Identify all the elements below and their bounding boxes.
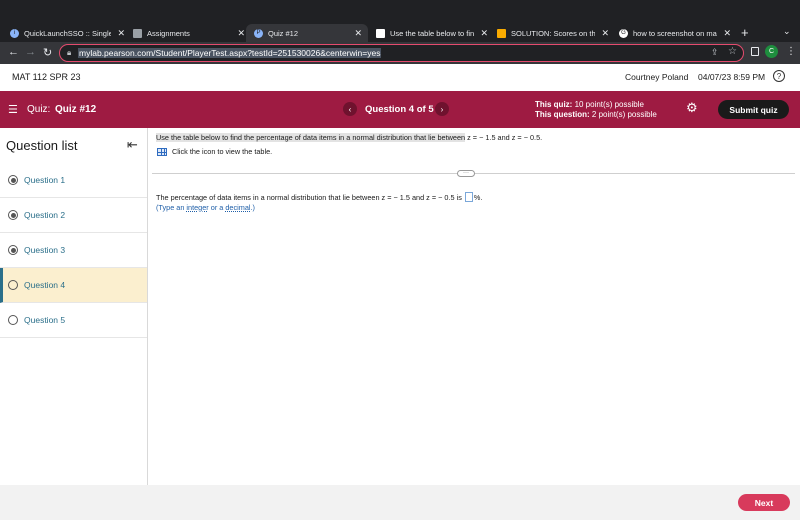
question-label[interactable]: Question 4: [24, 280, 65, 290]
browser-tab-how-to-screenshot[interactable]: G how to screenshot on mac ✕: [619, 24, 731, 42]
reload-icon[interactable]: ↻: [43, 46, 52, 59]
answer-text-before: The percentage of data items in a normal…: [156, 192, 462, 202]
gear-icon[interactable]: ⚙: [686, 100, 698, 116]
sidebar-toggle-icon[interactable]: [751, 47, 759, 56]
close-tab-icon[interactable]: ✕: [354, 28, 362, 39]
user-name: Courtney Poland: [625, 72, 689, 82]
app-header: MAT 112 SPR 23 Courtney Poland 04/07/23 …: [0, 64, 800, 91]
answer-sentence: The percentage of data items in a normal…: [156, 192, 482, 202]
hint-text: or a: [208, 203, 226, 212]
browser-tab-solution[interactable]: SOLUTION: Scores on the G ✕: [497, 24, 609, 42]
hint-text: .): [250, 203, 255, 212]
url-text[interactable]: mylab.pearson.com/Student/PlayerTest.asp…: [78, 48, 382, 58]
view-table-link[interactable]: Click the icon to view the table.: [157, 147, 272, 156]
browser-tab-assignments[interactable]: Assignments ✕: [133, 24, 245, 42]
quiz-name: Quiz #12: [55, 104, 97, 115]
browser-toolbar: ← → ↻ 🔒︎ mylab.pearson.com/Student/Playe…: [0, 42, 800, 64]
pearson-icon: P: [254, 28, 263, 38]
question-panel: Use the table below to find the percenta…: [148, 128, 800, 485]
question-item-4[interactable]: Question 4: [0, 268, 147, 303]
previous-question-button[interactable]: ‹: [343, 102, 357, 116]
tab-title: QuickLaunchSSO :: Single S: [24, 28, 112, 38]
answer-hint: (Type an integer or a decimal.): [156, 203, 255, 212]
collapse-sidebar-icon[interactable]: ⇤: [127, 137, 138, 153]
browser-tab-use-the-table[interactable]: Use the table below to find t ✕: [376, 24, 488, 42]
integer-link[interactable]: integer: [186, 203, 208, 212]
answer-text-after: %.: [473, 192, 483, 202]
profile-avatar[interactable]: C: [765, 45, 778, 58]
answered-indicator-icon: [8, 210, 18, 220]
quiz-points: This quiz: 10 point(s) possible: [535, 100, 644, 109]
address-bar[interactable]: 🔒︎ mylab.pearson.com/Student/PlayerTest.…: [59, 44, 744, 62]
question-label[interactable]: Question 3: [24, 245, 65, 255]
question-prompt: Use the table below to find the percenta…: [156, 133, 542, 142]
close-tab-icon[interactable]: ✕: [117, 28, 125, 39]
back-arrow-icon[interactable]: ←: [8, 46, 19, 58]
answered-indicator-icon: [8, 245, 18, 255]
tab-title: SOLUTION: Scores on the G: [511, 28, 596, 38]
tab-title: Assignments: [147, 28, 190, 38]
question-label[interactable]: Question 2: [24, 210, 65, 220]
tab-title: Use the table below to find t: [390, 28, 475, 38]
course-title: MAT 112 SPR 23: [12, 72, 81, 82]
date-time: 04/07/23 8:59 PM: [698, 72, 766, 82]
question-item-3[interactable]: Question 3: [0, 233, 147, 268]
close-tab-icon[interactable]: ✕: [480, 28, 488, 39]
this-quiz-label: This quiz:: [535, 100, 573, 109]
question-item-2[interactable]: Question 2: [0, 198, 147, 233]
question-label[interactable]: Question 5: [24, 315, 65, 325]
quiz-bar: ☰ Quiz: Quiz #12 ‹ Question 4 of 5 › Thi…: [0, 91, 800, 128]
footer-bar: Next: [0, 485, 800, 520]
bookmark-icon: [497, 28, 506, 38]
unanswered-indicator-icon: [8, 315, 18, 325]
black-square-icon: [376, 28, 385, 38]
more-menu-icon[interactable]: ⋮: [786, 46, 796, 57]
question-item-5[interactable]: Question 5: [0, 303, 147, 338]
tab-title: Quiz #12: [268, 28, 299, 38]
prompt-text: z = − 1.5 and z = − 0.5.: [465, 133, 543, 142]
quiz-label: Quiz:: [27, 104, 51, 115]
answer-input[interactable]: [464, 192, 473, 202]
next-question-button[interactable]: ›: [435, 102, 449, 116]
google-icon: G: [619, 28, 628, 38]
close-tab-icon[interactable]: ✕: [237, 28, 245, 39]
document-icon: [133, 28, 142, 38]
unanswered-indicator-icon: [8, 280, 18, 290]
this-quiz-value: 10 point(s) possible: [574, 100, 644, 109]
new-tab-icon[interactable]: +: [741, 25, 749, 40]
browser-tab-quicklaunch[interactable]: i QuickLaunchSSO :: Single S ✕: [10, 24, 125, 42]
browser-tab-quiz[interactable]: P Quiz #12 ✕: [246, 24, 368, 42]
this-question-value: 2 point(s) possible: [591, 110, 657, 119]
help-icon[interactable]: ?: [773, 70, 785, 82]
close-tab-icon[interactable]: ✕: [723, 28, 731, 39]
browser-tab-strip: i QuickLaunchSSO :: Single S ✕ Assignmen…: [0, 0, 800, 42]
question-list-title: Question list: [6, 138, 78, 153]
info-icon: i: [10, 28, 19, 38]
expand-handle[interactable]: ···: [457, 170, 475, 177]
answered-indicator-icon: [8, 175, 18, 185]
question-points: This question: 2 point(s) possible: [535, 110, 657, 119]
lock-icon[interactable]: 🔒︎: [67, 48, 71, 58]
prompt-highlighted-text: Use the table below to find the percenta…: [156, 133, 466, 142]
close-tab-icon[interactable]: ✕: [601, 28, 609, 39]
this-question-label: This question:: [535, 110, 590, 119]
question-counter: Question 4 of 5: [365, 104, 434, 115]
bookmark-star-icon[interactable]: ☆: [728, 46, 737, 57]
question-item-1[interactable]: Question 1: [0, 163, 147, 198]
decimal-link[interactable]: decimal: [225, 203, 250, 212]
next-button[interactable]: Next: [738, 494, 790, 511]
question-list-sidebar: Question list ⇤ Question 1 Question 2 Qu…: [0, 128, 148, 485]
submit-quiz-button[interactable]: Submit quiz: [718, 100, 789, 119]
view-table-label: Click the icon to view the table.: [172, 147, 273, 156]
question-label[interactable]: Question 1: [24, 175, 65, 185]
tab-title: how to screenshot on mac: [633, 28, 718, 38]
hint-text: (Type an: [156, 203, 187, 212]
share-icon[interactable]: ⇪: [711, 47, 719, 58]
hamburger-menu-icon[interactable]: ☰: [8, 103, 18, 116]
table-icon[interactable]: [157, 147, 167, 156]
forward-arrow-icon[interactable]: →: [25, 46, 36, 58]
chevron-down-icon[interactable]: ⌄: [783, 26, 791, 37]
